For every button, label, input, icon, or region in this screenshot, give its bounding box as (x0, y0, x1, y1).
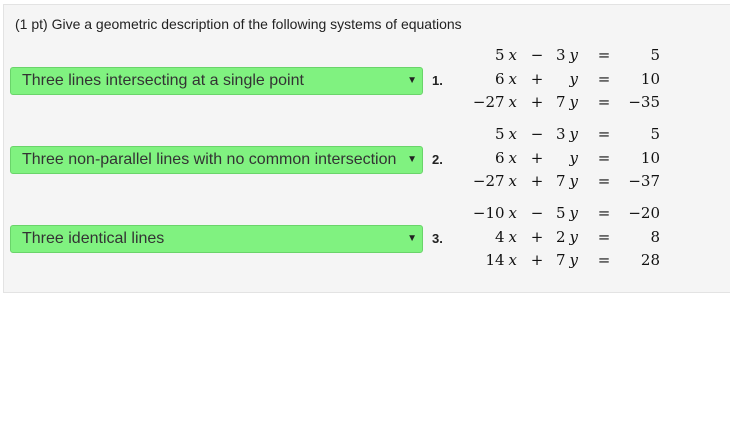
answer-select-3-value: Three identical lines (22, 230, 165, 247)
coef-x: 4 (494, 227, 505, 246)
var-y: y (569, 69, 578, 88)
var-x: x (508, 148, 517, 167)
coef-y: 5 (555, 204, 566, 222)
dropdown-arrow-icon: ▼ (407, 233, 417, 244)
var-x: x (508, 172, 517, 190)
coef-y: 3 (555, 125, 566, 143)
coef-x: −27 (472, 93, 505, 111)
operator: − (530, 46, 544, 64)
var-y: y (569, 148, 578, 167)
equals-sign: = (597, 148, 611, 167)
var-y: y (569, 227, 578, 246)
operator: + (530, 227, 544, 246)
dropdown-arrow-icon: ▼ (407, 154, 417, 165)
coef-x: −10 (472, 204, 505, 222)
var-y: y (569, 46, 578, 64)
equation-row: −27 x + 7y = −35 (460, 93, 664, 117)
answer-select-3[interactable]: Three identical lines ▼ (10, 225, 423, 253)
equation-row: 5x − 3y = 5 (460, 46, 664, 70)
equals-sign: = (597, 46, 611, 64)
answer-select-2[interactable]: Three non-parallel lines with no common … (10, 146, 423, 174)
equation-row: 5x − 3y = 5 (460, 125, 664, 149)
dropdown-arrow-icon: ▼ (407, 75, 417, 86)
rhs-value: 10 (640, 69, 660, 88)
problem-number-3: 3. (432, 231, 443, 246)
coef-y: 3 (555, 46, 566, 64)
problem-number-2: 2. (432, 152, 443, 167)
equation-system-2: 5x − 3y = 5 6x + y = 10 −27 x + 7y = −37 (460, 125, 664, 196)
var-y: y (569, 251, 578, 269)
answer-select-2-value: Three non-parallel lines with no common … (22, 151, 397, 168)
var-x: x (508, 69, 517, 88)
operator: + (530, 251, 544, 269)
coef-y: 2 (555, 227, 566, 246)
coef-y: 7 (555, 93, 566, 111)
equation-system-1: 5x − 3y = 5 6x + y = 10 −27 x + 7y = −35 (460, 46, 664, 117)
var-x: x (508, 227, 517, 246)
answer-select-1[interactable]: Three lines intersecting at a single poi… (10, 67, 423, 95)
rhs-value: −37 (628, 172, 660, 190)
var-y: y (569, 125, 578, 143)
equals-sign: = (597, 251, 611, 269)
var-x: x (508, 93, 517, 111)
equals-sign: = (597, 204, 611, 222)
rhs-value: 10 (640, 148, 660, 167)
var-x: x (508, 204, 517, 222)
equation-system-3: −10 x − 5y = −20 4x + 2y = 8 14 x + 7y = 2… (460, 204, 664, 275)
equation-row: 6x + y = 10 (460, 149, 664, 173)
var-x: x (508, 251, 517, 269)
equation-row: −10 x − 5y = −20 (460, 204, 664, 228)
operator: + (530, 93, 544, 111)
coef-x: 6 (494, 148, 505, 167)
equation-row: −27 x + 7y = −37 (460, 172, 664, 196)
equals-sign: = (597, 227, 611, 246)
coef-y: 7 (555, 172, 566, 190)
var-y: y (569, 172, 578, 190)
equation-row: 14 x + 7y = 28 (460, 251, 664, 275)
rhs-value: −35 (628, 93, 660, 111)
rhs-value: 5 (650, 46, 660, 64)
coef-x: 6 (494, 69, 505, 88)
operator: − (530, 204, 544, 222)
operator: + (530, 148, 544, 167)
rhs-value: −20 (628, 204, 660, 222)
equals-sign: = (597, 93, 611, 111)
coef-x: 14 (485, 251, 505, 269)
operator: − (530, 125, 544, 143)
operator: + (530, 172, 544, 190)
problem-number-1: 1. (432, 73, 443, 88)
operator: + (530, 69, 544, 88)
coef-x: −27 (472, 172, 505, 190)
equation-row: 6x + y = 10 (460, 70, 664, 94)
rhs-value: 5 (650, 125, 660, 143)
rhs-value: 8 (650, 227, 660, 246)
coef-x: 5 (494, 46, 505, 64)
rhs-value: 28 (640, 251, 660, 269)
var-x: x (508, 46, 517, 64)
question-prompt: (1 pt) Give a geometric description of t… (15, 16, 462, 32)
coef-y: 7 (555, 251, 566, 269)
equals-sign: = (597, 172, 611, 190)
var-y: y (569, 204, 578, 222)
var-x: x (508, 125, 517, 143)
equals-sign: = (597, 69, 611, 88)
equals-sign: = (597, 125, 611, 143)
coef-x: 5 (494, 125, 505, 143)
equation-row: 4x + 2y = 8 (460, 228, 664, 252)
var-y: y (569, 93, 578, 111)
answer-select-1-value: Three lines intersecting at a single poi… (22, 72, 304, 89)
